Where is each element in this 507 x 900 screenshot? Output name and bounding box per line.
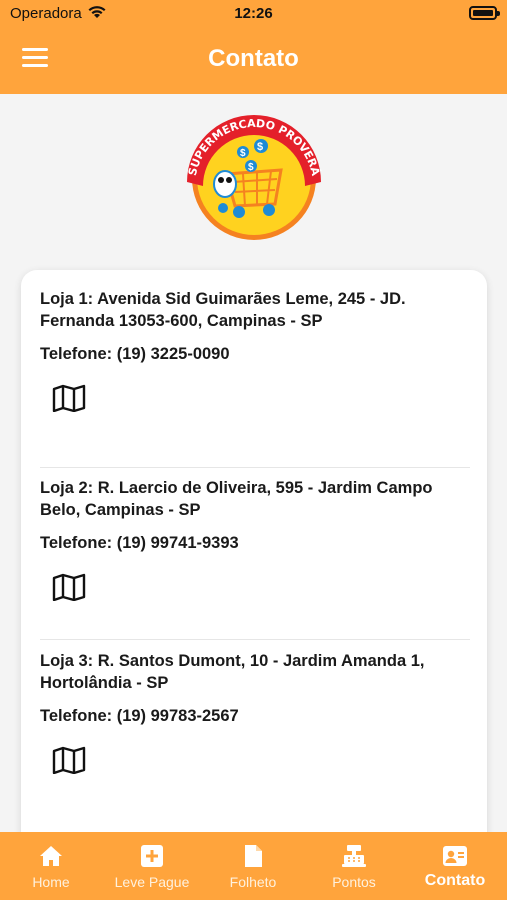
- app-header: Contato: [0, 28, 507, 94]
- store-address: Loja 1: Avenida Sid Guimarães Leme, 245 …: [40, 290, 406, 330]
- tab-label: Leve Pague: [114, 874, 190, 890]
- store-phone[interactable]: Telefone: (19) 99741-9393: [40, 534, 470, 553]
- map-icon[interactable]: [52, 746, 86, 774]
- tab-label: Contato: [424, 872, 486, 889]
- tab-folheto[interactable]: Folheto: [203, 832, 303, 900]
- divider: [40, 467, 470, 468]
- contact-card-icon: [443, 846, 467, 866]
- store-entry: Loja 3: R. Santos Dumont, 10 - Jardim Am…: [40, 650, 470, 774]
- store-phone[interactable]: Telefone: (19) 3225-0090: [40, 345, 470, 364]
- tab-leve-pague[interactable]: Leve Pague: [102, 832, 202, 900]
- tab-label: Pontos: [332, 874, 376, 890]
- clock: 12:26: [234, 5, 273, 22]
- store-entry: Loja 1: Avenida Sid Guimarães Leme, 245 …: [40, 288, 470, 412]
- plus-box-icon: [141, 845, 163, 867]
- stores-card: Loja 1: Avenida Sid Guimarães Leme, 245 …: [21, 270, 487, 850]
- store-address: Loja 2: R. Laercio de Oliveira, 595 - Ja…: [40, 479, 433, 519]
- supermercado-logo: SUPERMERCADO PROVERÁ $ $ $: [186, 115, 322, 240]
- map-icon[interactable]: [52, 384, 86, 412]
- svg-text:$: $: [257, 141, 263, 153]
- tab-label: Folheto: [229, 874, 277, 890]
- store-phone[interactable]: Telefone: (19) 99783-2567: [40, 707, 470, 726]
- store-address: Loja 3: R. Santos Dumont, 10 - Jardim Am…: [40, 652, 425, 692]
- store-entry: Loja 2: R. Laercio de Oliveira, 595 - Ja…: [40, 477, 470, 601]
- svg-text:$: $: [240, 148, 246, 159]
- battery-icon: [469, 6, 500, 20]
- page-title: Contato: [208, 45, 299, 72]
- map-icon[interactable]: [52, 573, 86, 601]
- tab-contato[interactable]: Contato: [405, 832, 505, 900]
- tab-label: Home: [32, 874, 70, 890]
- svg-text:$: $: [248, 162, 254, 173]
- tab-bar: Home Leve Pague Folheto Pontos Contato: [0, 832, 507, 900]
- document-icon: [245, 845, 262, 867]
- home-icon: [40, 846, 62, 866]
- tab-pontos[interactable]: Pontos: [304, 832, 404, 900]
- tab-home[interactable]: Home: [1, 832, 101, 900]
- divider: [40, 639, 470, 640]
- cash-register-icon: [342, 845, 366, 867]
- status-bar: Operadora 12:26: [0, 0, 507, 28]
